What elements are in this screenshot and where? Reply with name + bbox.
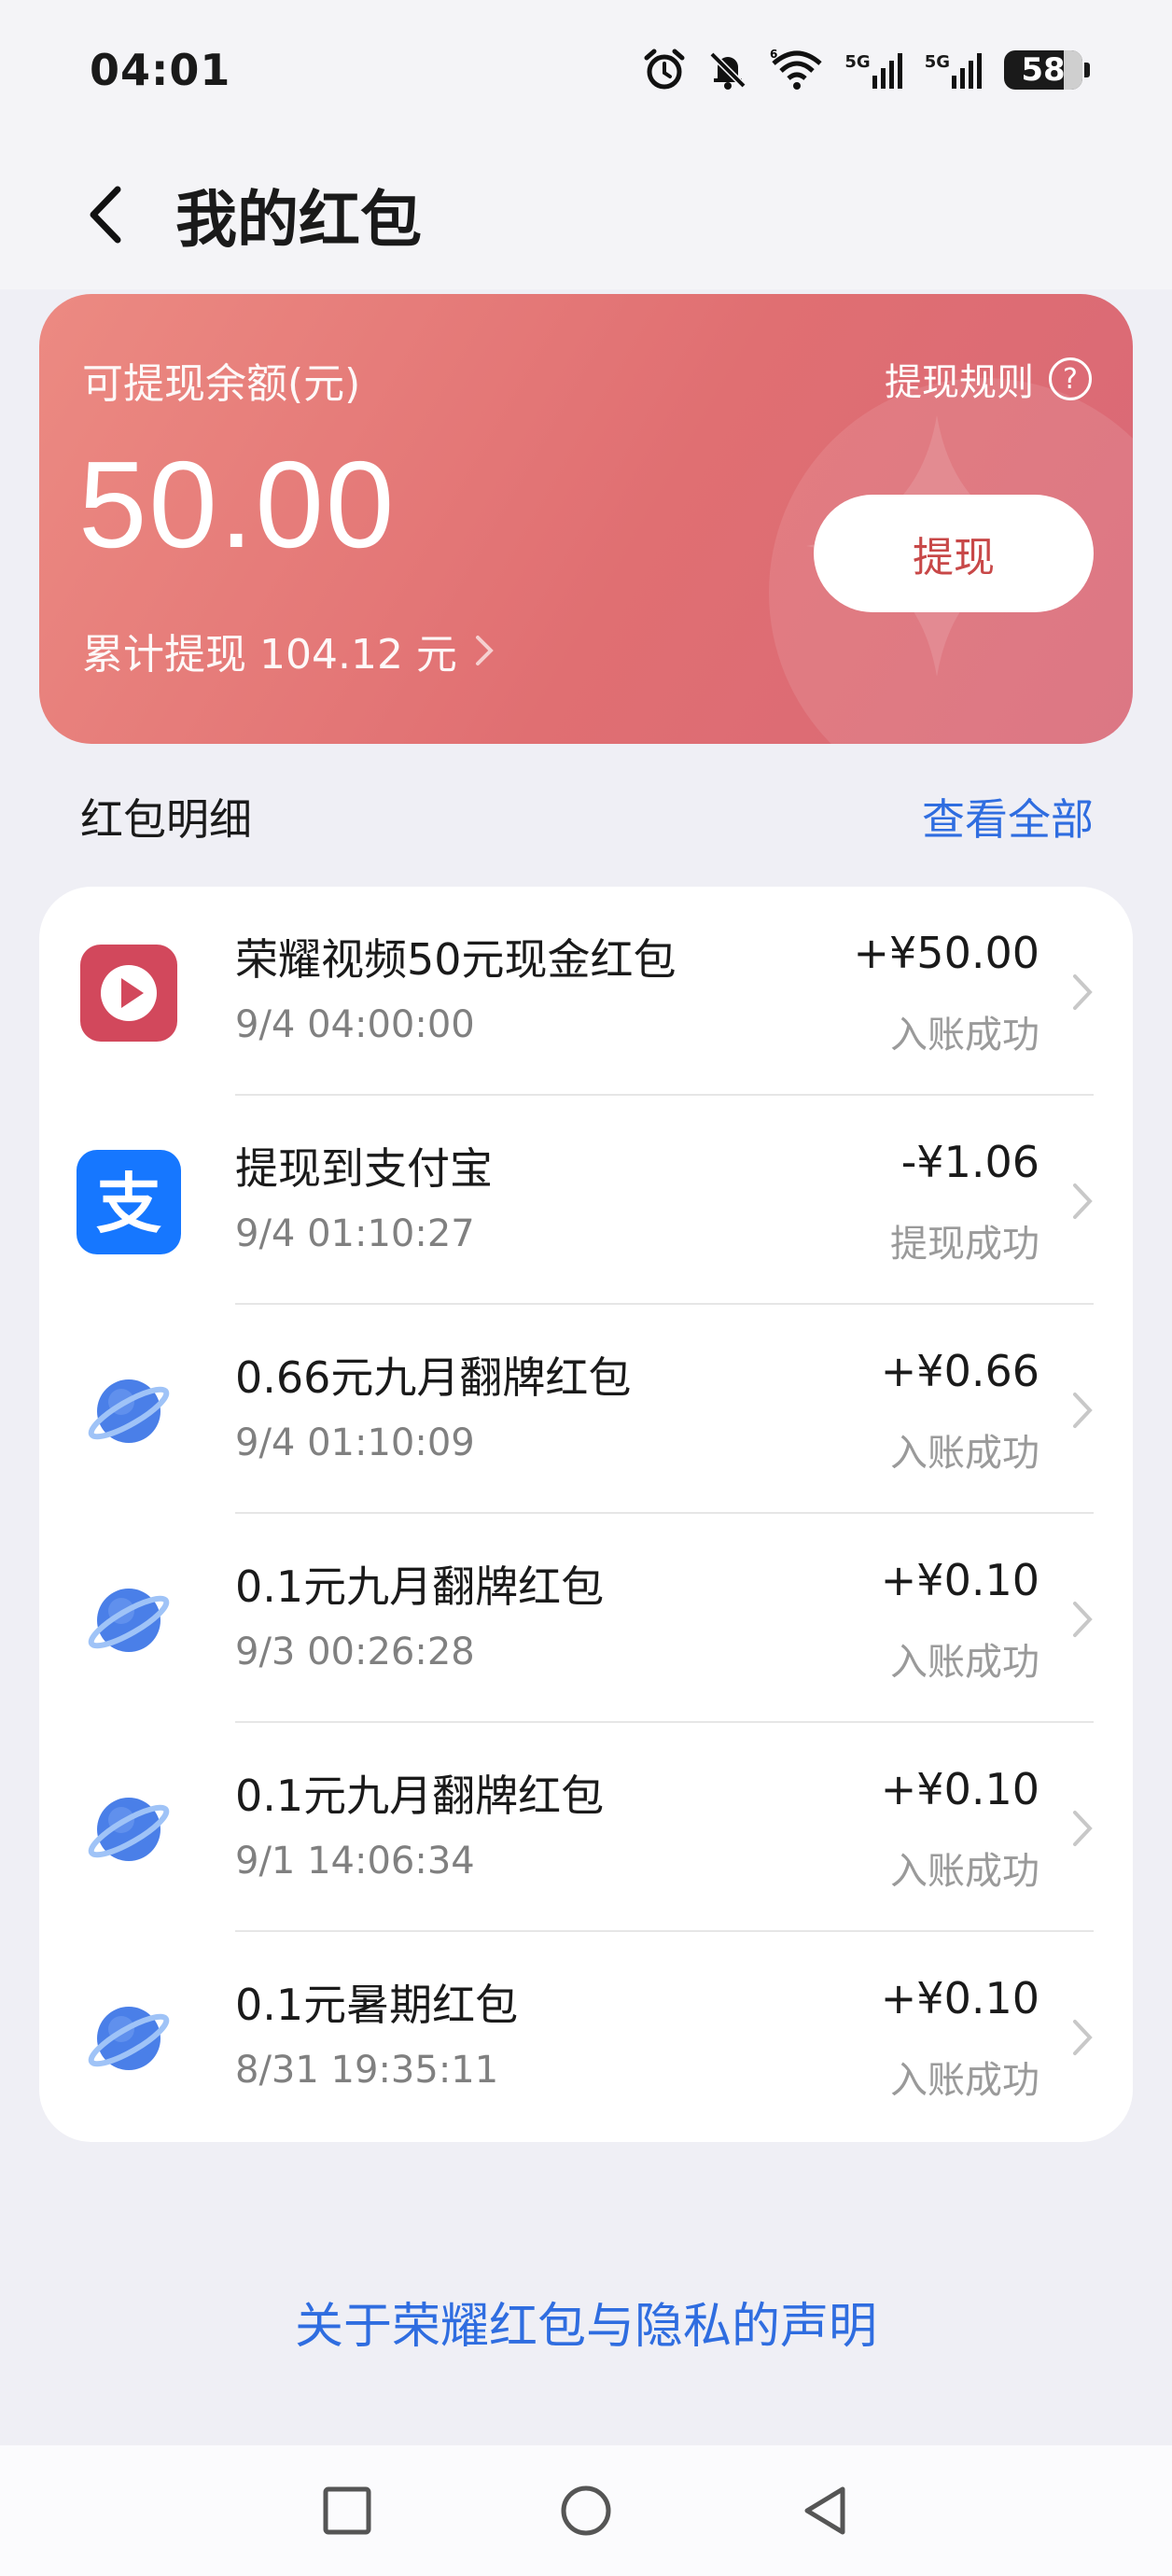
item-time: 9/4 01:10:09: [235, 1421, 475, 1464]
planet-icon: [80, 1990, 177, 2087]
total-withdrawn-link[interactable]: 累计提现 104.12 元: [82, 621, 495, 680]
item-status: 入账成功: [890, 1432, 1039, 1475]
withdraw-rules-label: 提现规则: [885, 361, 1034, 404]
network-label-a: 5G: [844, 52, 871, 72]
item-amount: +¥0.66: [880, 1346, 1039, 1396]
planet-icon: [80, 1572, 177, 1669]
withdraw-button[interactable]: 提现: [814, 495, 1094, 612]
chevron-right-icon: [1073, 2020, 1093, 2055]
help-icon: ?: [1049, 357, 1092, 400]
system-nav-bar: [0, 2445, 1172, 2576]
svg-text:6: 6: [770, 49, 777, 61]
item-time: 9/4 04:00:00: [235, 1003, 475, 1046]
chevron-right-icon: [1073, 1183, 1093, 1219]
item-title: 0.1元九月翻牌红包: [235, 1561, 605, 1612]
balance-amount: 50.00: [78, 436, 397, 573]
item-title: 0.66元九月翻牌红包: [235, 1352, 632, 1403]
item-time: 9/3 00:26:28: [235, 1631, 475, 1673]
transaction-list: 荣耀视频50元现金红包 9/4 04:00:00 +¥50.00 入账成功 支 …: [39, 887, 1133, 2142]
list-item[interactable]: 支 提现到支付宝 9/4 01:10:27 -¥1.06 提现成功: [39, 1096, 1133, 1305]
network-label-b: 5G: [924, 52, 950, 72]
back-triangle-icon[interactable]: [800, 2484, 850, 2538]
planet-icon: [80, 1363, 177, 1460]
item-title: 0.1元暑期红包: [235, 1980, 519, 2030]
signal-5g-a: 5G: [844, 51, 903, 89]
page-header: 我的红包: [0, 140, 1172, 289]
home-circle-icon[interactable]: [559, 2484, 613, 2538]
chevron-right-icon: [1073, 1811, 1093, 1846]
item-title: 0.1元九月翻牌红包: [235, 1771, 605, 1821]
item-status: 提现成功: [890, 1223, 1039, 1266]
back-icon[interactable]: [84, 177, 140, 252]
item-time: 9/1 14:06:34: [235, 1840, 475, 1883]
withdraw-rules-link[interactable]: 提现规则 ?: [885, 352, 1092, 406]
item-status: 入账成功: [890, 2059, 1039, 2102]
signal-bars-icon: [952, 53, 982, 89]
alarm-icon: [644, 49, 685, 90]
total-withdrawn-text: 累计提现 104.12 元: [82, 631, 457, 679]
list-item[interactable]: 荣耀视频50元现金红包 9/4 04:00:00 +¥50.00 入账成功: [39, 887, 1133, 1096]
item-time: 8/31 19:35:11: [235, 2049, 499, 2092]
video-play-icon: [80, 945, 177, 1042]
status-time: 04:01: [90, 45, 231, 95]
item-amount: +¥0.10: [880, 1973, 1039, 2023]
balance-label: 可提现余额(元): [82, 360, 361, 408]
signal-bars-icon: [872, 53, 902, 89]
planet-icon: [80, 1781, 177, 1878]
section-title: 红包明细: [80, 794, 252, 845]
privacy-statement-link[interactable]: 关于荣耀红包与隐私的声明: [0, 2287, 1172, 2357]
chevron-right-icon: [475, 636, 494, 665]
chevron-right-icon: [1073, 974, 1093, 1010]
list-item[interactable]: 0.1元九月翻牌红包 9/3 00:26:28 +¥0.10 入账成功: [39, 1514, 1133, 1723]
item-status: 入账成功: [890, 1641, 1039, 1684]
item-title: 提现到支付宝: [235, 1143, 493, 1194]
chevron-right-icon: [1073, 1602, 1093, 1637]
list-item[interactable]: 0.66元九月翻牌红包 9/4 01:10:09 +¥0.66 入账成功: [39, 1305, 1133, 1514]
status-bar: 04:01 6 5G 5G 58: [0, 0, 1172, 140]
page-title: 我的红包: [175, 184, 422, 256]
chevron-right-icon: [1073, 1393, 1093, 1428]
item-status: 入账成功: [890, 1014, 1039, 1057]
mute-bell-icon: [709, 51, 746, 90]
recents-square-icon[interactable]: [322, 2485, 372, 2536]
battery-level: 58: [1021, 51, 1066, 89]
item-status: 入账成功: [890, 1850, 1039, 1893]
detail-section-header: 红包明细 查看全部: [0, 775, 1172, 859]
battery-icon: 58: [1004, 50, 1090, 90]
item-amount: +¥0.10: [880, 1555, 1039, 1605]
item-time: 9/4 01:10:27: [235, 1212, 475, 1255]
item-amount: -¥1.06: [900, 1137, 1039, 1187]
view-all-link[interactable]: 查看全部: [922, 786, 1094, 847]
list-item[interactable]: 0.1元九月翻牌红包 9/1 14:06:34 +¥0.10 入账成功: [39, 1723, 1133, 1932]
item-amount: +¥50.00: [853, 928, 1040, 978]
alipay-icon: 支: [77, 1150, 181, 1254]
signal-5g-b: 5G: [925, 51, 984, 89]
svg-text:支: 支: [96, 1166, 161, 1242]
balance-card: 可提现余额(元) 50.00 累计提现 104.12 元 提现规则 ? 提现: [39, 294, 1133, 744]
status-icons: 6 5G 5G 58: [643, 49, 1090, 91]
item-title: 荣耀视频50元现金红包: [235, 934, 677, 985]
item-amount: +¥0.10: [880, 1764, 1039, 1814]
wifi-icon: 6: [770, 49, 823, 90]
list-item[interactable]: 0.1元暑期红包 8/31 19:35:11 +¥0.10 入账成功: [39, 1932, 1133, 2141]
